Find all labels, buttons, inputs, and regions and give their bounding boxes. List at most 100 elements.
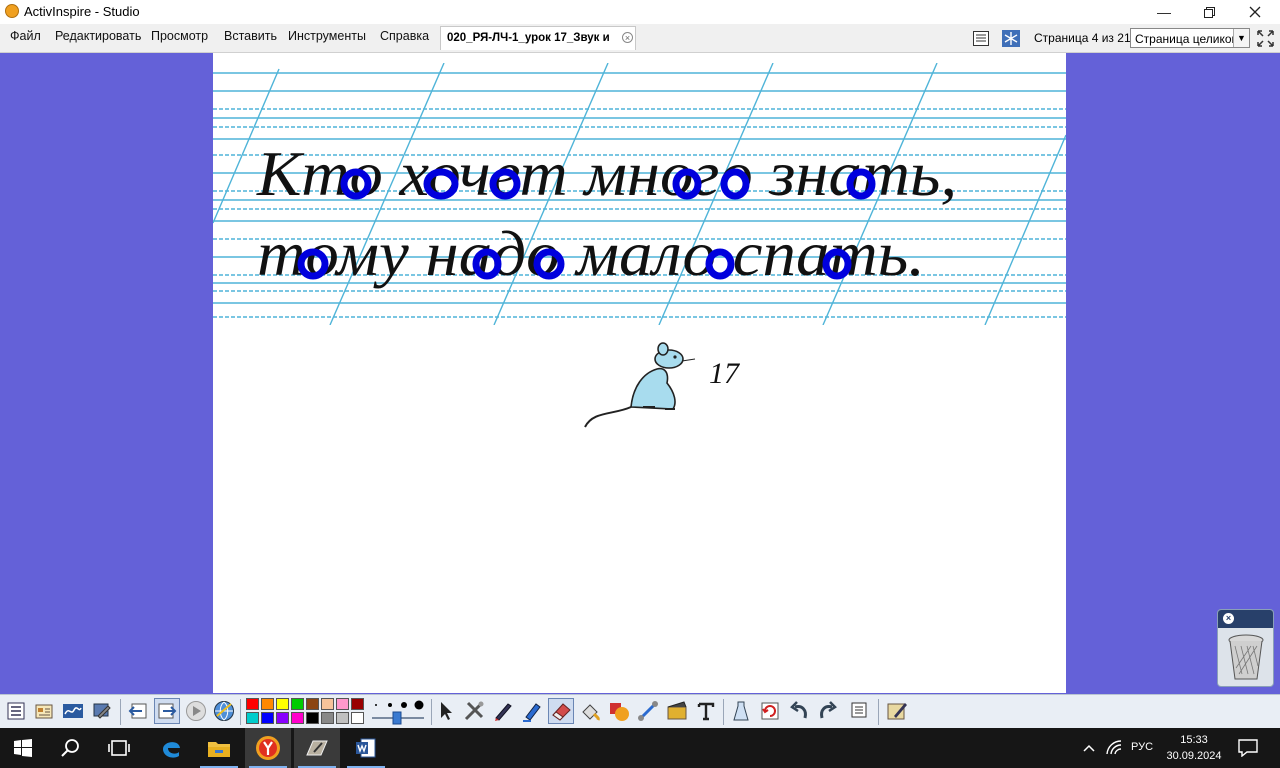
menu-file[interactable]: Файл	[10, 29, 41, 43]
shape-button[interactable]	[606, 698, 632, 724]
shape-icon	[610, 703, 629, 721]
restore-button[interactable]	[1186, 0, 1232, 24]
fill-button[interactable]	[577, 698, 603, 724]
clear-icon	[733, 701, 749, 721]
notifications-icon[interactable]	[1238, 739, 1258, 757]
snowflake-icon[interactable]	[1002, 30, 1020, 47]
clock-date: 30.09.2024	[1166, 750, 1222, 762]
color-swatch-gray[interactable]	[321, 712, 334, 724]
yandex-taskbar-button[interactable]	[245, 728, 291, 768]
play-button[interactable]	[183, 698, 209, 724]
next-page-button[interactable]	[154, 698, 180, 724]
zoom-select[interactable]: Страница целиком ▼	[1130, 28, 1250, 48]
highlighter-button[interactable]	[519, 698, 545, 724]
task-view-button[interactable]	[96, 728, 142, 768]
menu-view[interactable]: Просмотр	[151, 29, 208, 43]
redo-button[interactable]	[815, 698, 841, 724]
select-icon	[441, 702, 452, 720]
menu-tools[interactable]: Инструменты	[288, 29, 366, 43]
flipchart-page[interactable]: Кто хочет много знать, тому надо мало сп…	[213, 53, 1066, 693]
eraser-button[interactable]	[548, 698, 574, 724]
color-swatch-peach[interactable]	[321, 698, 334, 710]
search-icon	[61, 739, 79, 757]
color-swatch-magenta[interactable]	[291, 712, 304, 724]
color-swatch-cyan[interactable]	[246, 712, 259, 724]
globe-button[interactable]	[211, 698, 237, 724]
close-icon[interactable]: ×	[1223, 613, 1234, 624]
trash-bin-icon[interactable]	[1227, 634, 1265, 682]
close-circle-icon[interactable]: ×	[622, 32, 633, 43]
color-swatch-pink[interactable]	[336, 698, 349, 710]
tools-edit-button[interactable]	[89, 698, 115, 724]
yandex-browser-icon	[256, 736, 280, 760]
activinspire-icon	[306, 740, 328, 756]
color-swatch-green[interactable]	[291, 698, 304, 710]
color-swatch-silver[interactable]	[336, 712, 349, 724]
restore-icon	[1203, 6, 1215, 18]
language-indicator[interactable]: РУС	[1131, 741, 1153, 753]
main-menu-button[interactable]	[3, 698, 29, 724]
chevron-down-icon[interactable]: ▼	[1233, 29, 1249, 47]
edge-taskbar-button[interactable]	[148, 728, 194, 768]
toolbar-separator	[723, 699, 724, 725]
clock[interactable]: 15:33 30.09.2024	[1163, 732, 1225, 764]
fill-icon	[582, 704, 600, 721]
pen-width-selector[interactable]	[368, 699, 428, 725]
page-button[interactable]	[846, 698, 872, 724]
pen-button[interactable]	[490, 698, 516, 724]
highlighter-icon	[523, 703, 541, 722]
color-swatch-red[interactable]	[246, 698, 259, 710]
previous-page-button[interactable]	[125, 698, 151, 724]
undo-button[interactable]	[786, 698, 812, 724]
color-swatch-yellow[interactable]	[276, 698, 289, 710]
undo-icon	[790, 701, 807, 719]
browsers-button[interactable]	[31, 698, 57, 724]
pen-icon	[495, 703, 512, 721]
minimize-icon: —	[1157, 4, 1171, 20]
color-swatch-purple[interactable]	[276, 712, 289, 724]
main-menu-icon	[7, 702, 25, 720]
wifi-icon[interactable]	[1106, 740, 1122, 756]
fullscreen-icon[interactable]	[1256, 29, 1275, 48]
edge-icon	[163, 742, 180, 758]
chevron-up-icon[interactable]	[1082, 742, 1096, 754]
tools-button[interactable]	[461, 698, 487, 724]
signature-button[interactable]	[60, 698, 86, 724]
tools-edit-icon	[93, 703, 111, 719]
mouse-icon	[584, 342, 696, 428]
activinspire-taskbar-button[interactable]	[294, 728, 340, 768]
document-tab-label: 020_РЯ-ЛЧ-1_урок 17_Звук и	[447, 32, 610, 44]
lined-writing-area: Кто хочет много знать, тому надо мало сп…	[213, 63, 1066, 325]
page-icon	[851, 702, 867, 718]
clip-icon	[667, 701, 687, 720]
color-swatch-dark-red[interactable]	[351, 698, 364, 710]
file-explorer-taskbar-button[interactable]	[196, 728, 242, 768]
text-button[interactable]	[693, 698, 719, 724]
page-browser-icon[interactable]	[972, 30, 990, 47]
minimize-button[interactable]: —	[1141, 0, 1187, 24]
menu-help[interactable]: Справка	[380, 29, 429, 43]
reset-button[interactable]	[757, 698, 783, 724]
select-button[interactable]	[433, 698, 459, 724]
clear-button[interactable]	[728, 698, 754, 724]
color-swatch-white[interactable]	[351, 712, 364, 724]
document-tab[interactable]: 020_РЯ-ЛЧ-1_урок 17_Звук и ×	[440, 26, 636, 50]
word-taskbar-button[interactable]	[343, 728, 389, 768]
color-swatch-brown[interactable]	[306, 698, 319, 710]
color-swatch-orange[interactable]	[261, 698, 274, 710]
eraser-icon	[552, 703, 571, 721]
word-icon	[356, 738, 376, 758]
window-title: ActivInspire - Studio	[24, 4, 140, 19]
pen-mode-button[interactable]	[884, 698, 910, 724]
menu-insert[interactable]: Вставить	[224, 29, 277, 43]
close-button[interactable]	[1232, 0, 1278, 24]
start-button[interactable]	[0, 728, 46, 768]
color-swatch-blue[interactable]	[261, 712, 274, 724]
color-swatch-black[interactable]	[306, 712, 319, 724]
connector-button[interactable]	[635, 698, 661, 724]
clip-button[interactable]	[664, 698, 690, 724]
menu-edit[interactable]: Редактировать	[55, 29, 141, 43]
trash-panel[interactable]: ×	[1217, 609, 1274, 687]
search-button[interactable]	[48, 728, 94, 768]
activinspire-app-icon	[5, 4, 19, 18]
